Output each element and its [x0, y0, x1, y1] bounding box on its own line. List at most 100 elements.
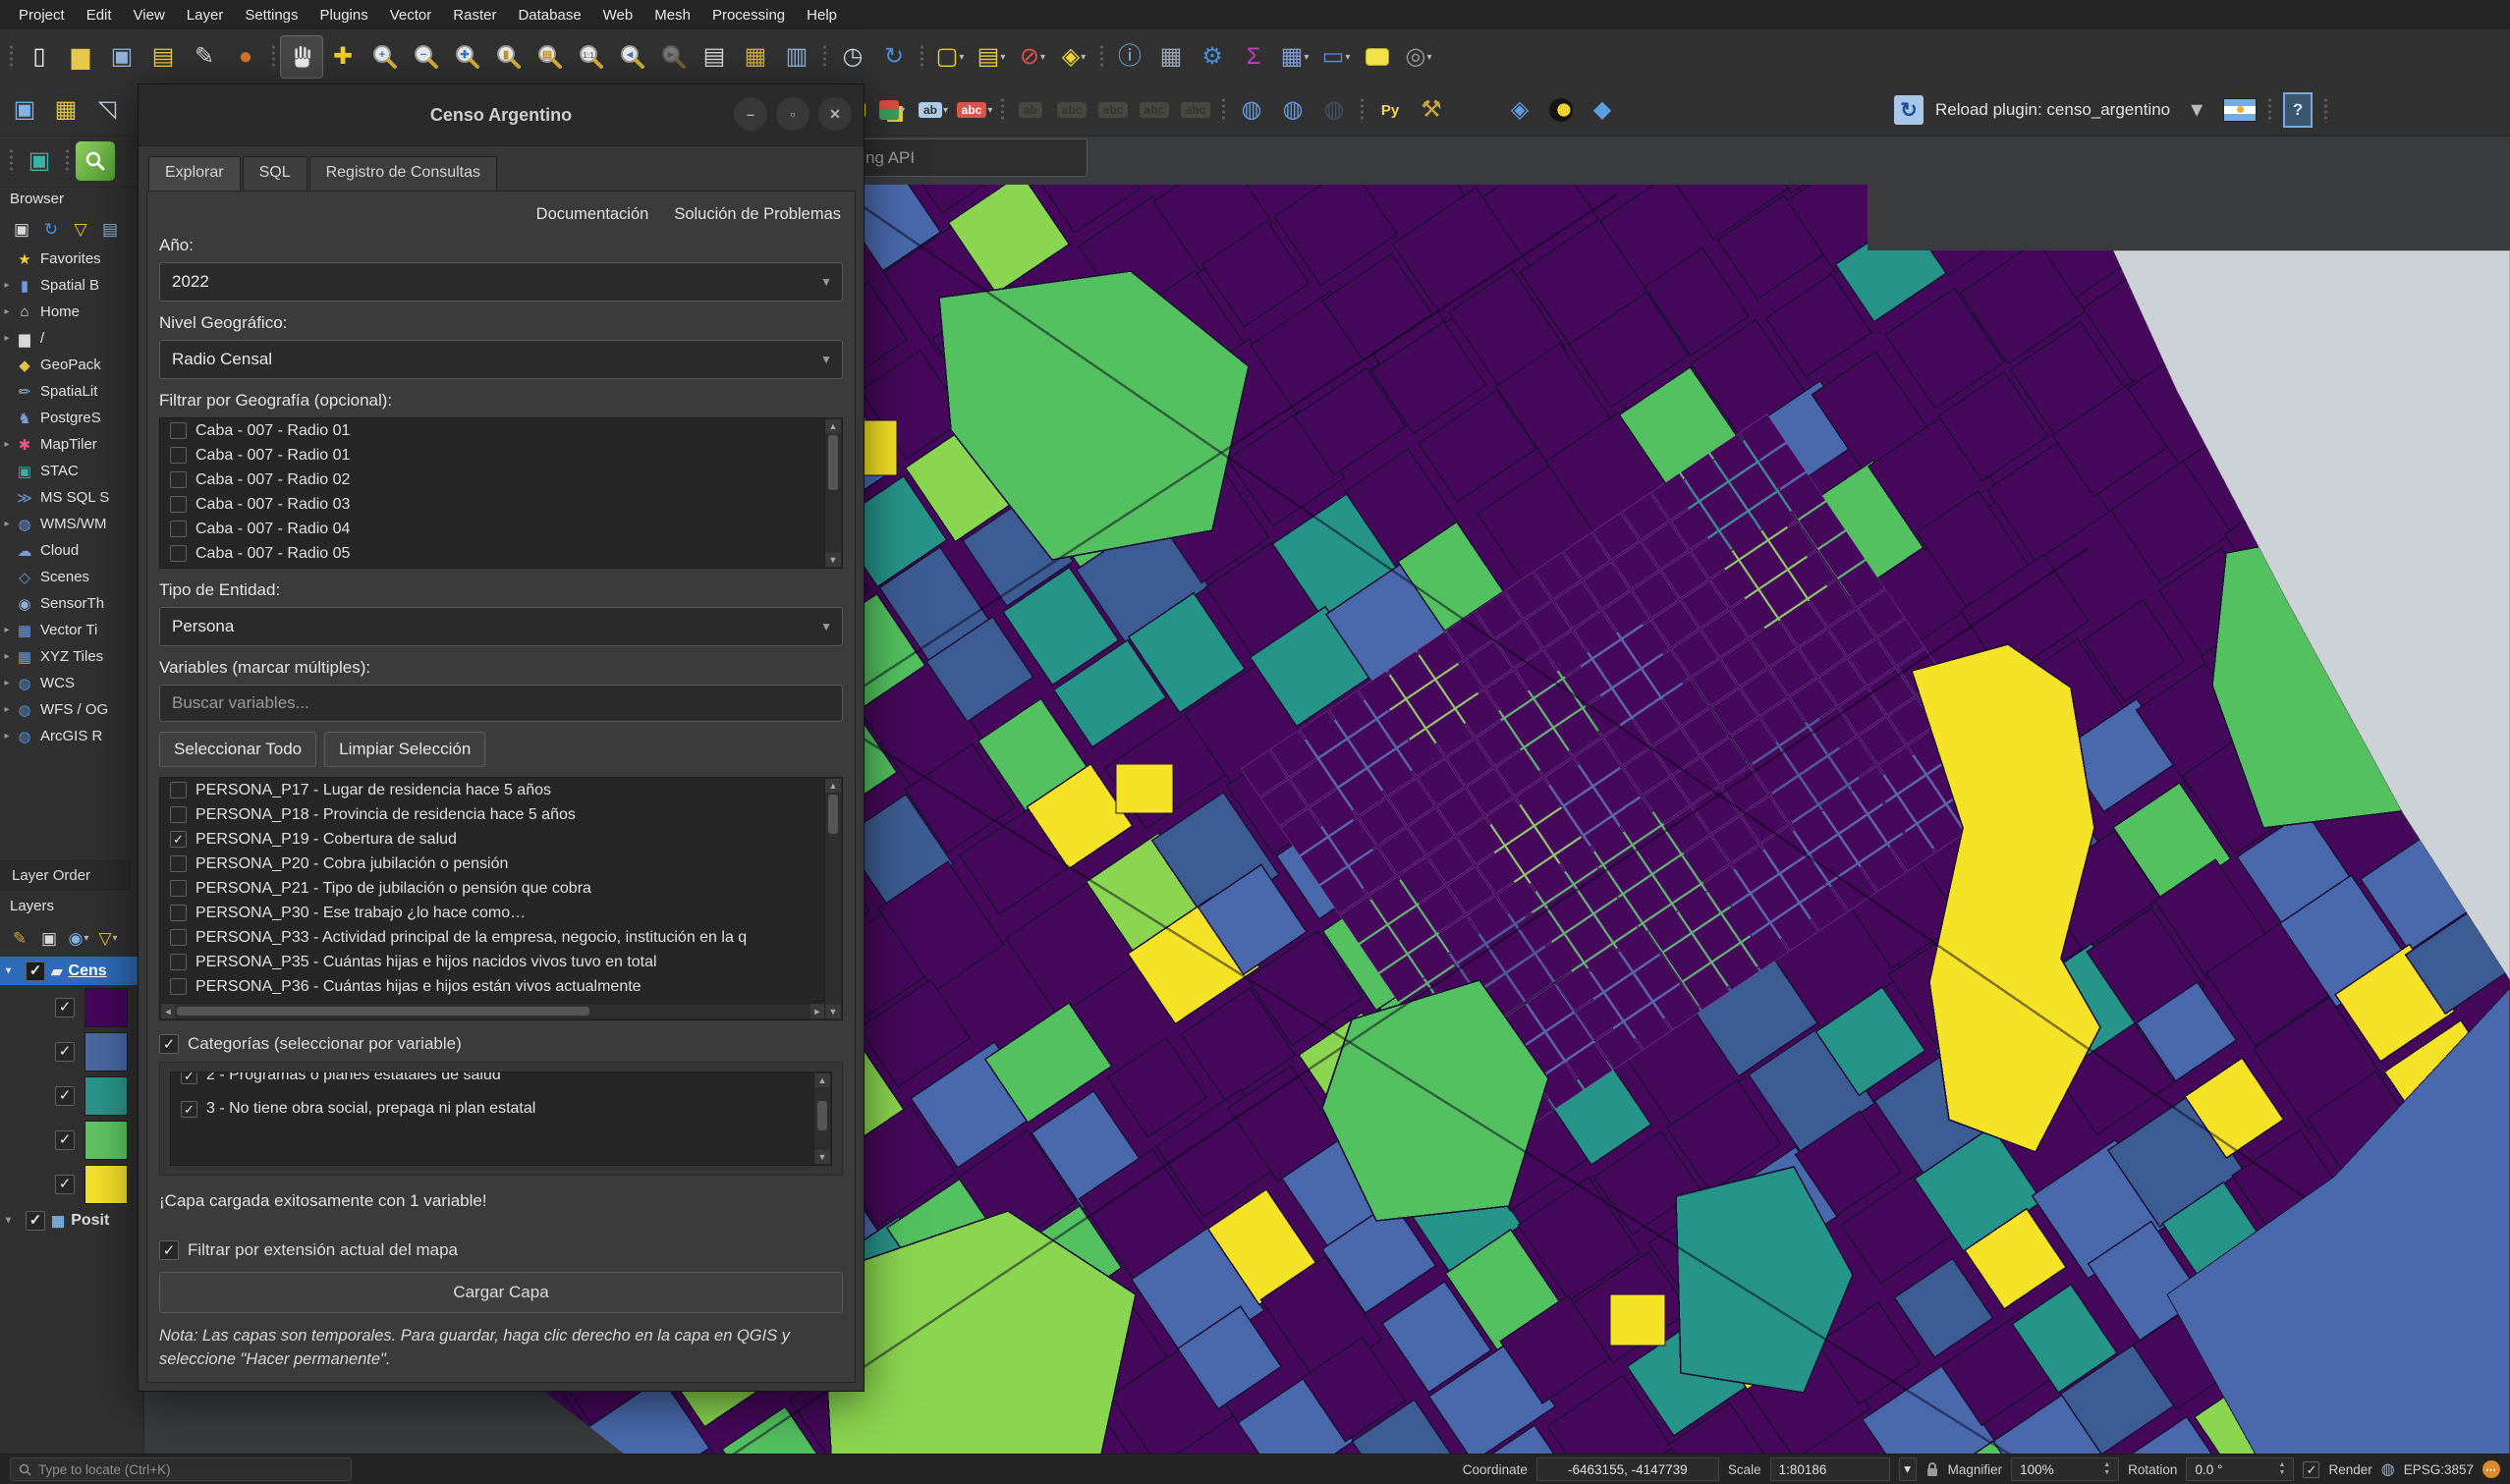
menu-vector[interactable]: Vector [379, 3, 443, 27]
save-project-icon[interactable]: ▣ [101, 36, 142, 78]
browser-item-favorites[interactable]: ★Favorites [0, 246, 143, 272]
geo-item-checkbox[interactable] [170, 496, 187, 513]
categories-checkbox[interactable]: ✓ [159, 1034, 179, 1054]
variable-checkbox[interactable] [170, 978, 187, 995]
geo-filter-item[interactable]: Caba - 007 - Radio 02 [160, 467, 842, 492]
zoom-in-icon[interactable]: + [363, 36, 405, 78]
geo-filter-item[interactable]: Caba - 007 - Radio 05 [160, 541, 842, 566]
new-geopackage-icon[interactable]: ▦ [45, 89, 86, 131]
class-visibility-checkbox[interactable]: ✓ [55, 1042, 75, 1062]
expand-arrow-icon[interactable]: ▸ [0, 678, 14, 688]
legend-class-row[interactable]: ✓ [0, 985, 143, 1029]
extent-filter-checkbox[interactable]: ✓ [159, 1240, 179, 1260]
legend-color-swatch[interactable] [84, 1032, 128, 1072]
menu-view[interactable]: View [123, 3, 176, 27]
variable-item[interactable]: PERSONA_P18 - Provincia de residencia ha… [160, 802, 842, 827]
zoom-next-icon[interactable]: ► [652, 36, 694, 78]
geo-filter-item[interactable]: Caba - 007 - Radio 04 [160, 517, 842, 541]
category-item[interactable]: ✓3 - No tiene obra social, prepaga ni pl… [171, 1092, 831, 1126]
vertex-tool-icon[interactable]: ◹ [86, 89, 128, 131]
variable-checkbox[interactable] [170, 954, 187, 970]
variable-item[interactable]: PERSONA_P17 - Lugar de residencia hace 5… [160, 778, 842, 802]
scroll-down-button[interactable]: ▼ [825, 1005, 841, 1018]
scroll-down-button[interactable]: ▼ [814, 1150, 830, 1164]
magnifier-spinner[interactable]: 100% ▲▼ [2011, 1457, 2119, 1481]
browser-item-ms-sql-s[interactable]: ≫MS SQL S [0, 484, 143, 511]
scroll-up-button[interactable]: ▲ [825, 419, 841, 433]
menu-settings[interactable]: Settings [234, 3, 308, 27]
select-all-button[interactable]: Seleccionar Todo [159, 732, 316, 767]
class-visibility-checkbox[interactable]: ✓ [55, 998, 75, 1017]
statistics-icon[interactable]: ▦ [1150, 36, 1192, 78]
refresh-map-icon[interactable]: ↻ [873, 36, 915, 78]
menu-edit[interactable]: Edit [76, 3, 123, 27]
select-by-value-icon[interactable]: ▤▾ [971, 36, 1012, 78]
scroll-left-button[interactable]: ◄ [161, 1004, 175, 1018]
data-source-manager-icon[interactable]: ▣ [4, 89, 45, 131]
geo-filter-item[interactable]: Caba - 007 - Radio 01 [160, 418, 842, 443]
search-variables-input[interactable]: Buscar variables... [159, 685, 843, 722]
layer-row-positron[interactable]: ▾✓▦Posit [0, 1206, 143, 1235]
menu-help[interactable]: Help [796, 3, 848, 27]
reload-plugin-label[interactable]: Reload plugin: censo_argentino [1929, 89, 2176, 131]
entity-type-select[interactable]: Persona ▼ [159, 607, 843, 646]
measure-icon[interactable]: ▭▾ [1315, 36, 1357, 78]
browser-item-spatialit[interactable]: ✏SpatiaLit [0, 378, 143, 405]
browser-item-root[interactable]: ▸▆/ [0, 325, 143, 352]
variables-list[interactable]: PERSONA_P17 - Lugar de residencia hace 5… [159, 777, 843, 1020]
menu-layer[interactable]: Layer [176, 3, 235, 27]
profile-tool-icon[interactable]: ◆ [1582, 89, 1623, 131]
scroll-up-button[interactable]: ▲ [814, 1073, 830, 1087]
geo-level-select[interactable]: Radio Censal ▼ [159, 340, 843, 379]
geo-item-checkbox[interactable] [170, 422, 187, 439]
variable-item[interactable]: ✓PERSONA_P19 - Cobertura de salud [160, 827, 842, 852]
category-checkbox[interactable]: ✓ [181, 1072, 197, 1084]
menu-database[interactable]: Database [507, 3, 591, 27]
dialog-title-bar[interactable]: Censo Argentino –▫✕ [139, 84, 864, 146]
style-manager-icon[interactable]: ✎ [184, 36, 225, 78]
tab-registro-de-consultas[interactable]: Registro de Consultas [309, 156, 497, 192]
vertical-scrollbar[interactable]: ▲▼ [824, 779, 841, 1018]
zoom-to-layer-icon[interactable]: ▤ [529, 36, 570, 78]
open-project-icon[interactable]: ▆ [60, 36, 101, 78]
browser-item-spatial-b[interactable]: ▸▮Spatial B [0, 272, 143, 299]
browser-refresh-icon[interactable]: ↻ [37, 215, 65, 243]
browser-item-geopack[interactable]: ◆GeoPack [0, 352, 143, 378]
scroll-down-button[interactable]: ▼ [825, 553, 841, 567]
documentation-link[interactable]: Documentación [536, 205, 649, 224]
argentina-flag-icon[interactable] [2217, 89, 2262, 131]
variable-item[interactable]: PERSONA_P36 - Cuántas hijas e hijos está… [160, 974, 842, 999]
layer-visibility-checkbox[interactable]: ✓ [26, 1211, 45, 1231]
rotate-label-icon[interactable]: abc [1051, 89, 1092, 131]
browser-item-vector-ti[interactable]: ▸▦Vector Ti [0, 617, 143, 643]
scroll-thumb[interactable] [828, 795, 838, 834]
menu-raster[interactable]: Raster [442, 3, 507, 27]
new-project-icon[interactable]: ▯ [19, 36, 60, 78]
layer-row-censo[interactable]: ▾✓▰Cens [0, 957, 143, 985]
pan-map-icon[interactable] [281, 36, 322, 78]
layer-styling-icon[interactable]: ✎ [6, 924, 33, 952]
show-layout-icon[interactable]: ▥ [776, 36, 817, 78]
horizontal-scrollbar[interactable]: ◄► [161, 1003, 824, 1018]
variable-checkbox[interactable] [170, 905, 187, 921]
temporal-controller-icon[interactable]: ◷ [832, 36, 873, 78]
expand-arrow-icon[interactable]: ▸ [0, 439, 14, 450]
variable-checkbox[interactable] [170, 855, 187, 872]
crs-indicator[interactable]: EPSG:3857 [2404, 1462, 2474, 1477]
expand-arrow-icon[interactable]: ▸ [0, 280, 14, 291]
value-tool-icon[interactable] [1540, 89, 1582, 131]
change-label-icon[interactable]: abc [1092, 89, 1134, 131]
expand-arrow-icon[interactable]: ▸ [0, 704, 14, 715]
variable-checkbox[interactable] [170, 880, 187, 897]
select-features-icon[interactable]: ▢▾ [929, 36, 971, 78]
layer-name[interactable]: Posit [71, 1212, 109, 1230]
expand-arrow-icon[interactable]: ▸ [0, 651, 14, 662]
spinner-arrows-icon[interactable]: ▲▼ [2103, 1461, 2110, 1476]
browser-item-scenes[interactable]: ◇Scenes [0, 564, 143, 590]
geo-item-checkbox[interactable] [170, 471, 187, 488]
clear-selection-button[interactable]: Limpiar Selección [324, 732, 485, 767]
class-visibility-checkbox[interactable]: ✓ [55, 1086, 75, 1106]
browser-add-layer-icon[interactable]: ▣ [8, 215, 35, 243]
scroll-thumb[interactable] [817, 1101, 827, 1130]
expand-arrow-icon[interactable]: ▸ [0, 333, 14, 344]
